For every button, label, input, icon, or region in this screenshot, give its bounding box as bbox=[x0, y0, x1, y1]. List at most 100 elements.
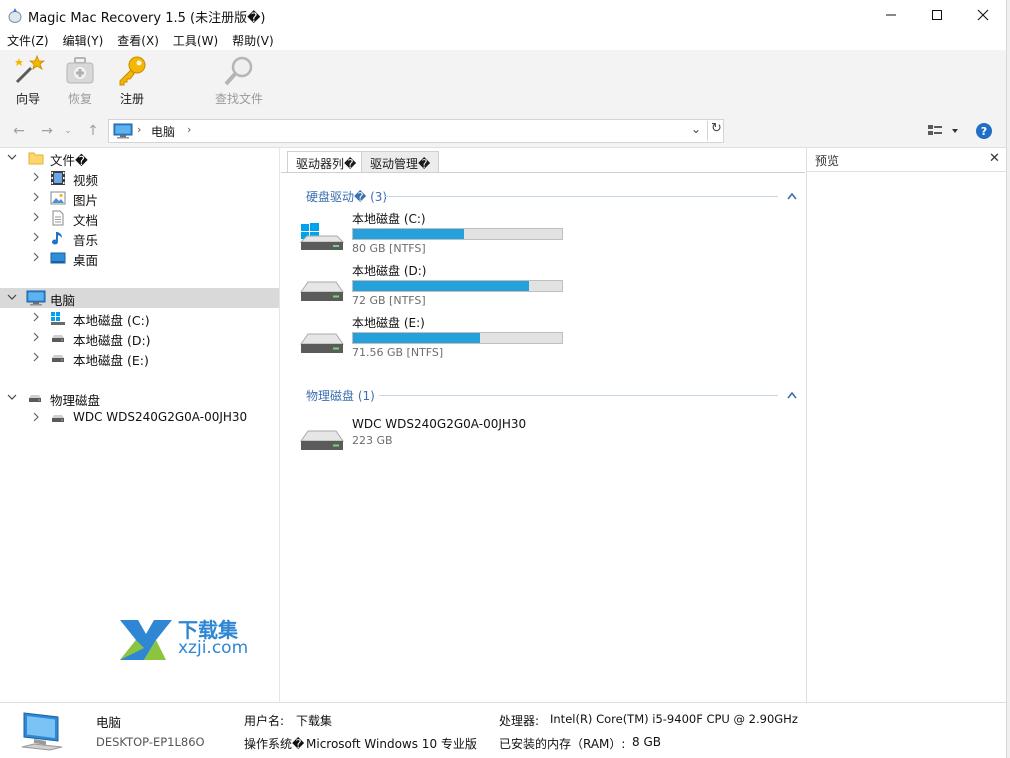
drive-usage-fill bbox=[353, 281, 529, 291]
drive-name: 本地磁盘 (C:) bbox=[352, 212, 426, 226]
chevron-down-icon[interactable] bbox=[6, 291, 18, 303]
menu-help[interactable]: 帮助(V) bbox=[225, 30, 281, 50]
group-divider bbox=[379, 395, 778, 396]
help-button[interactable]: ? bbox=[975, 122, 993, 140]
chevron-right-icon[interactable] bbox=[30, 191, 42, 203]
tree-label: 本地磁盘 (D:) bbox=[73, 333, 151, 348]
maximize-button[interactable] bbox=[914, 0, 960, 30]
tree-item-disk-c[interactable]: 本地磁盘 (C:) bbox=[0, 308, 279, 328]
status-username-label: 用户名: bbox=[244, 714, 285, 728]
window-edge bbox=[1006, 0, 1010, 758]
breadcrumb-separator-icon: › bbox=[137, 123, 142, 136]
tree-item-computer[interactable]: 电脑 bbox=[0, 288, 279, 308]
menu-edit[interactable]: 编辑(Y) bbox=[56, 30, 111, 50]
tree-item-documents[interactable]: 文档 bbox=[0, 208, 279, 228]
close-button[interactable] bbox=[960, 0, 1006, 30]
group-header-hard-drives[interactable]: 硬盘驱动� (3) bbox=[306, 188, 387, 204]
drive-size: 71.56 GB [NTFS] bbox=[352, 346, 444, 359]
up-button[interactable]: ↑ bbox=[84, 122, 102, 140]
drive-size: 80 GB [NTFS] bbox=[352, 242, 426, 255]
breadcrumb-computer[interactable]: 电脑 bbox=[151, 123, 175, 140]
magnifier-icon bbox=[224, 56, 253, 86]
status-cpu: Intel(R) Core(TM) i5-9400F CPU @ 2.90GHz bbox=[550, 712, 798, 726]
wizard-button[interactable]: 向导 bbox=[0, 54, 56, 110]
drive-item-c[interactable]: 本地磁盘 (C:) 80 GB [NTFS] bbox=[299, 210, 779, 260]
tree-label: 物理磁盘 bbox=[50, 393, 101, 408]
first-aid-kit-icon bbox=[66, 57, 94, 84]
system-drive-icon bbox=[51, 312, 65, 325]
tree-item-physical-disk[interactable]: WDC WDS240G2G0A-00JH30 bbox=[0, 408, 279, 428]
address-bar[interactable]: › 电脑 › ⌄ ↻ bbox=[108, 119, 724, 143]
forward-button[interactable]: → bbox=[38, 122, 56, 140]
view-mode-button[interactable] bbox=[926, 122, 962, 140]
document-icon bbox=[52, 210, 64, 226]
drive-usage-fill bbox=[353, 333, 481, 343]
drive-name: 本地磁盘 (D:) bbox=[352, 264, 427, 278]
group-header-physical-disks[interactable]: 物理磁盘 (1) bbox=[306, 387, 375, 403]
tab-drive-manager[interactable]: 驱动管理� bbox=[361, 151, 440, 173]
back-button[interactable]: ← bbox=[10, 122, 28, 140]
tab-drive-list[interactable]: 驱动器列� bbox=[287, 151, 366, 173]
recover-button[interactable]: 恢复 bbox=[52, 54, 108, 110]
collapse-chevron-icon[interactable] bbox=[787, 391, 797, 399]
status-ram-label: 已安装的内存（RAM）: bbox=[499, 737, 626, 751]
history-dropdown[interactable]: ⌄ bbox=[62, 122, 74, 140]
status-computer-label: 电脑 bbox=[96, 715, 122, 730]
folder-icon bbox=[28, 152, 44, 165]
drive-size: 72 GB [NTFS] bbox=[352, 294, 426, 307]
folder-tree: 文件� 视频 图片 文档 音乐 桌面 电脑 本地磁盘 (C:) 本地磁盘 (D:… bbox=[0, 148, 280, 702]
chevron-right-icon[interactable] bbox=[30, 231, 42, 243]
app-icon bbox=[8, 8, 22, 23]
refresh-icon: ↻ bbox=[711, 121, 722, 136]
breadcrumb-separator-icon: › bbox=[187, 123, 192, 136]
menu-view[interactable]: 查看(X) bbox=[110, 30, 166, 50]
tree-item-physical-disks[interactable]: 物理磁盘 bbox=[0, 388, 279, 408]
preview-title: 预览 bbox=[815, 154, 840, 168]
chevron-right-icon[interactable] bbox=[30, 171, 42, 183]
chevron-right-icon[interactable] bbox=[30, 311, 42, 323]
tree-label: 电脑 bbox=[50, 293, 76, 308]
watermark-en: xzji.com bbox=[178, 638, 249, 658]
menu-file[interactable]: 文件(Z) bbox=[0, 30, 56, 50]
hard-drive-icon bbox=[52, 355, 64, 362]
tree-item-disk-d[interactable]: 本地磁盘 (D:) bbox=[0, 328, 279, 348]
tree-item-disk-e[interactable]: 本地磁盘 (E:) bbox=[0, 348, 279, 368]
tree-item-pictures[interactable]: 图片 bbox=[0, 188, 279, 208]
tree-item-music[interactable]: 音乐 bbox=[0, 228, 279, 248]
drive-item-e[interactable]: 本地磁盘 (E:) 71.56 GB [NTFS] bbox=[299, 314, 779, 364]
navigation-bar: ← → ⌄ ↑ › 电脑 › ⌄ ↻ ? bbox=[0, 114, 1006, 148]
minimize-button[interactable] bbox=[868, 0, 914, 30]
chevron-right-icon[interactable] bbox=[30, 331, 42, 343]
hard-drive-icon bbox=[300, 281, 344, 301]
find-file-button[interactable]: 查找文件 bbox=[204, 54, 274, 110]
recover-label: 恢复 bbox=[67, 92, 92, 106]
status-computer-name: DESKTOP-EP1L86O bbox=[96, 735, 205, 749]
music-note-icon bbox=[52, 232, 62, 245]
physical-disk-item[interactable]: WDC WDS240G2G0A-00JH30 223 GB bbox=[299, 417, 779, 467]
title-bar: Magic Mac Recovery 1.5 (未注册版�) bbox=[0, 0, 1006, 30]
collapse-chevron-icon[interactable] bbox=[787, 192, 797, 200]
chevron-right-icon[interactable] bbox=[30, 351, 42, 363]
tree-label: 文档 bbox=[73, 213, 99, 228]
status-bar: 电脑 DESKTOP-EP1L86O 用户名: 下载集 操作系统� Micros… bbox=[0, 702, 1006, 758]
chevron-right-icon[interactable] bbox=[30, 211, 42, 223]
status-ram: 8 GB bbox=[632, 735, 661, 749]
address-dropdown-icon[interactable]: ⌄ bbox=[691, 122, 701, 136]
chevron-right-icon[interactable] bbox=[30, 411, 42, 423]
chevron-right-icon[interactable] bbox=[30, 251, 42, 263]
picture-icon bbox=[50, 191, 66, 205]
menu-tools[interactable]: 工具(W) bbox=[166, 30, 225, 50]
tree-label: 图片 bbox=[73, 193, 99, 208]
computer-icon bbox=[113, 123, 133, 139]
tree-item-videos[interactable]: 视频 bbox=[0, 168, 279, 188]
close-preview-icon[interactable]: ✕ bbox=[989, 151, 1000, 166]
drive-item-d[interactable]: 本地磁盘 (D:) 72 GB [NTFS] bbox=[299, 262, 779, 312]
tab-divider bbox=[281, 172, 805, 173]
register-button[interactable]: 注册 bbox=[104, 54, 160, 110]
status-os: Microsoft Windows 10 专业版 bbox=[306, 737, 477, 751]
chevron-down-icon[interactable] bbox=[6, 391, 18, 403]
refresh-button[interactable]: ↻ bbox=[707, 121, 725, 141]
tree-item-desktop[interactable]: 桌面 bbox=[0, 248, 279, 268]
chevron-down-icon[interactable] bbox=[6, 151, 18, 163]
tree-item-files[interactable]: 文件� bbox=[0, 148, 279, 168]
